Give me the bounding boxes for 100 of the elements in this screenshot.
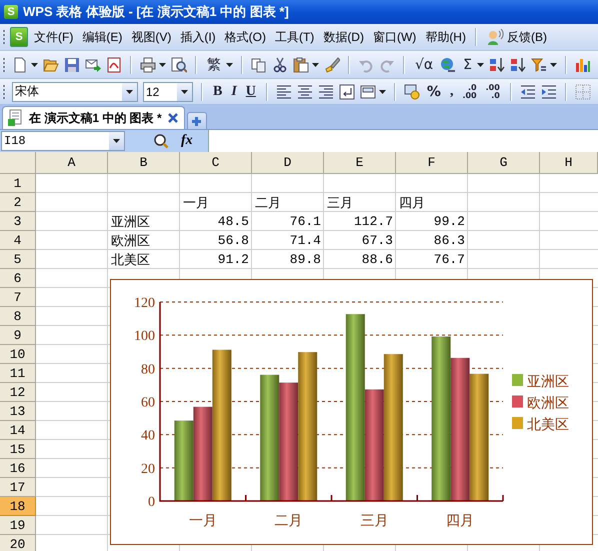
row-header[interactable]: 3	[0, 212, 36, 231]
toolbar-button[interactable]: Σ	[461, 56, 474, 72]
envelope-icon[interactable]	[85, 56, 101, 72]
row-header[interactable]: 18	[0, 497, 36, 516]
menu-item[interactable]: 窗口(W)	[370, 28, 420, 46]
caret-icon[interactable]	[550, 62, 558, 66]
clipboard-icon[interactable]	[293, 56, 309, 72]
new-tab-button[interactable]	[186, 112, 207, 129]
align-left-icon[interactable]	[276, 84, 292, 100]
table-cell-text: 56.8	[216, 233, 250, 248]
row-header[interactable]: 2	[0, 193, 36, 212]
axis-label: 120	[134, 296, 155, 311]
align-right-icon[interactable]	[318, 84, 334, 100]
menu-item[interactable]: 数据(D)	[320, 28, 367, 46]
column-header[interactable]: G	[468, 152, 540, 174]
row-header[interactable]: 1	[0, 174, 36, 193]
toolbar-button[interactable]: U	[244, 84, 258, 100]
document-icon	[7, 109, 23, 127]
menu-item[interactable]: 编辑(E)	[79, 28, 126, 46]
table-cell-text: 88.6	[360, 252, 394, 267]
close-icon[interactable]	[168, 113, 178, 123]
row-header[interactable]: 19	[0, 516, 36, 535]
menu-item[interactable]: 视图(V)	[128, 28, 174, 46]
row-header[interactable]: 12	[0, 383, 36, 402]
column-header[interactable]: E	[324, 152, 396, 174]
row-header[interactable]: 16	[0, 459, 36, 478]
name-box[interactable]: I18	[1, 131, 125, 151]
font-size-dropdown[interactable]: 12	[143, 82, 193, 102]
person-icon	[486, 29, 504, 45]
menu-item[interactable]: 帮助(H)	[422, 28, 469, 46]
caret-icon[interactable]	[477, 62, 484, 66]
table-cell-text: 一月	[182, 194, 210, 212]
open-folder-icon[interactable]	[43, 56, 59, 72]
bar-chart-icon[interactable]	[575, 56, 592, 72]
printer-icon[interactable]	[140, 56, 156, 72]
menu-item[interactable]: 文件(F)	[31, 28, 76, 46]
row-header[interactable]: 9	[0, 326, 36, 345]
plus-icon	[191, 116, 202, 126]
brush-icon[interactable]	[324, 56, 340, 72]
funnel-icon[interactable]	[531, 56, 548, 72]
globe-icon[interactable]	[440, 56, 456, 72]
row-header[interactable]: 11	[0, 364, 36, 383]
row-header[interactable]: 5	[0, 250, 36, 269]
scissors-icon[interactable]	[272, 56, 288, 72]
sort-ascending-icon[interactable]	[489, 56, 506, 72]
caret-icon[interactable]	[226, 62, 233, 66]
decrease-indent-icon[interactable]	[520, 84, 536, 100]
increase-indent-icon[interactable]	[540, 84, 557, 100]
formula-input[interactable]	[208, 130, 598, 152]
row-header[interactable]: 6	[0, 269, 36, 288]
merge-cells-icon[interactable]	[360, 84, 376, 100]
decimal-button[interactable]: .0 .00	[460, 84, 479, 100]
feedback-button[interactable]: 反馈(B)	[482, 28, 550, 46]
column-header[interactable]: H	[540, 152, 598, 174]
row-header[interactable]: 8	[0, 307, 36, 326]
row-header[interactable]: 13	[0, 402, 36, 421]
document-tab[interactable]: 在 演示文稿1 中的 图表 *	[2, 106, 185, 129]
menu-item[interactable]: 插入(I)	[177, 28, 219, 46]
caret-icon[interactable]	[31, 62, 38, 66]
function-button[interactable]: fx	[179, 133, 195, 149]
toolbar-button[interactable]: 繁	[205, 56, 223, 74]
column-header[interactable]: A	[36, 152, 108, 174]
caret-icon[interactable]	[312, 62, 319, 66]
row-header[interactable]: 4	[0, 231, 36, 250]
font-dropdown[interactable]: 宋体	[12, 82, 138, 102]
column-header[interactable]: B	[108, 152, 180, 174]
table-cell-text: 91.2	[216, 252, 250, 267]
table-cell-text: 67.3	[360, 233, 394, 248]
row-header[interactable]: 10	[0, 345, 36, 364]
menu-item[interactable]: 工具(T)	[272, 28, 318, 46]
row-header[interactable]: 15	[0, 440, 36, 459]
toolbar-button[interactable]: B	[211, 84, 224, 100]
caret-icon[interactable]	[378, 90, 386, 94]
axis-label: 80	[141, 362, 155, 378]
column-header[interactable]: F	[396, 152, 468, 174]
row-header[interactable]: 7	[0, 288, 36, 307]
print-preview-icon[interactable]	[171, 56, 187, 72]
menu-item[interactable]: 格式(O)	[222, 28, 269, 46]
magnifier-icon[interactable]	[153, 133, 169, 149]
copy-icon[interactable]	[251, 56, 267, 72]
axis-label: 100	[134, 329, 155, 344]
column-header[interactable]: C	[180, 152, 252, 174]
toolbar-button[interactable]: √α	[413, 56, 436, 72]
row-header[interactable]: 17	[0, 478, 36, 497]
toolbar-button[interactable]: ,	[448, 84, 456, 100]
toolbar-button[interactable]: I	[229, 84, 239, 100]
decimal-button[interactable]: .00 .0	[484, 84, 502, 100]
save-icon[interactable]	[64, 56, 80, 72]
table-cell-text: 112.7	[352, 214, 394, 229]
caret-icon[interactable]	[159, 62, 166, 66]
toolbar-button[interactable]: %	[424, 84, 443, 100]
align-center-icon[interactable]	[296, 84, 313, 100]
row-header[interactable]: 20	[0, 535, 36, 551]
wrap-text-icon[interactable]	[338, 84, 355, 100]
row-header[interactable]: 14	[0, 421, 36, 440]
sort-descending-icon[interactable]	[510, 56, 526, 72]
axis-label: 四月	[446, 513, 474, 529]
column-header[interactable]: D	[252, 152, 324, 174]
app-logo: S	[4, 5, 18, 19]
new-file-icon[interactable]	[12, 56, 28, 72]
